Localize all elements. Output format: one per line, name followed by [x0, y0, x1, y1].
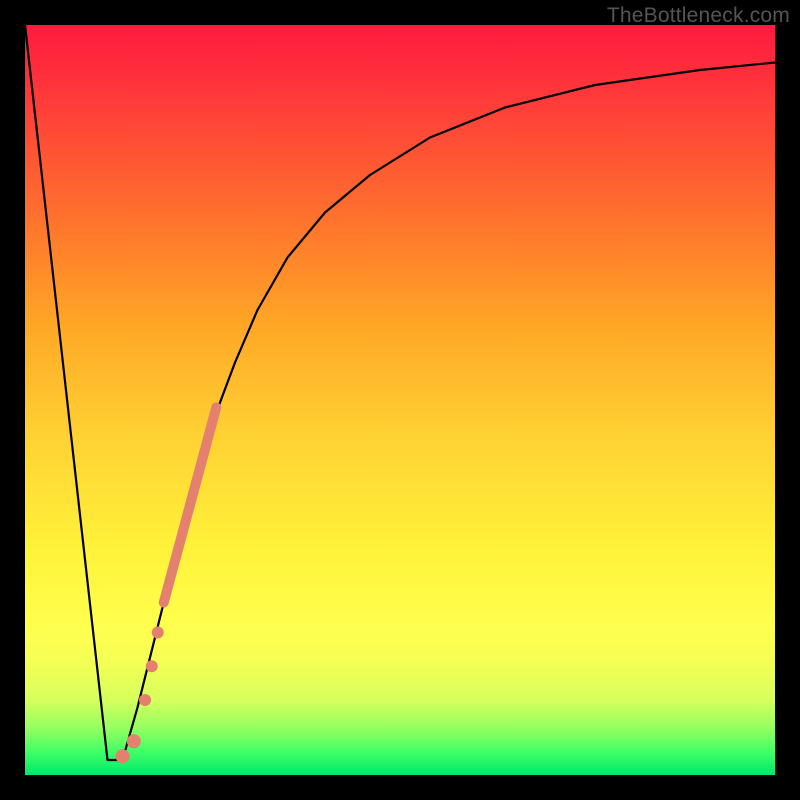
scatter-band	[164, 408, 217, 603]
dot-1	[152, 627, 164, 639]
dot-5	[116, 749, 130, 763]
bottleneck-curve	[25, 25, 775, 760]
dot-3	[139, 694, 151, 706]
watermark-text: TheBottleneck.com	[607, 4, 790, 28]
plot-area	[25, 25, 775, 775]
chart-frame: TheBottleneck.com	[0, 0, 800, 800]
dot-2	[146, 660, 158, 672]
dot-4	[127, 734, 141, 748]
chart-svg	[25, 25, 775, 775]
